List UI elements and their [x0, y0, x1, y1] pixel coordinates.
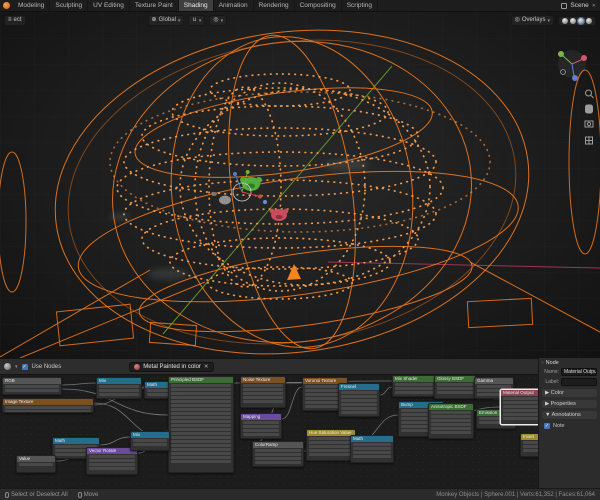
viewport-canvas — [0, 12, 600, 358]
chevron-down-icon: ▾ — [547, 17, 550, 24]
shader-editor: ▾ ✓ Use Nodes Metal Painted in color ✕ R… — [0, 358, 600, 488]
workspace-tab-animation[interactable]: Animation — [214, 0, 254, 11]
scene-stats: Monkey Objects | Sphere.001 | Verts:61,3… — [436, 491, 595, 498]
status-hint: Move — [77, 491, 98, 498]
zoom-icon — [585, 89, 592, 97]
floor-grid — [0, 12, 600, 358]
overlays-icon: ◎ — [514, 16, 520, 23]
blender-window: Modeling Sculpting UV Editing Texture Paint… — [0, 0, 600, 500]
viewport-header-right: ◎ Overlays ▾ — [510, 14, 596, 27]
node-label-field[interactable] — [561, 378, 597, 386]
node-fresnel[interactable]: Fresnel — [338, 383, 380, 417]
node-mix[interactable]: Mix — [96, 377, 142, 399]
material-name: Metal Painted in color — [143, 363, 201, 370]
blender-logo-icon[interactable] — [3, 2, 10, 9]
workspace-tab-scripting[interactable]: Scripting — [342, 0, 378, 11]
shading-wireframe-icon[interactable] — [562, 17, 568, 24]
annotation-checkbox[interactable]: ✓ — [544, 423, 550, 429]
node-colorramp[interactable]: ColorRamp — [252, 441, 304, 467]
workspace-tab-compositing[interactable]: Compositing — [295, 0, 342, 11]
chevron-down-icon: ▾ — [177, 17, 181, 24]
chevron-down-icon: ▾ — [198, 17, 202, 24]
scene-name: Scene — [570, 2, 589, 9]
viewport-side-tools[interactable] — [583, 88, 595, 152]
viewport-menu-label: ect — [13, 16, 22, 23]
mouse-icon — [77, 491, 82, 498]
sidebar-sections: ▶ Color ▶ Properties ▼ Annotations — [542, 389, 597, 419]
collapse-panel-icon[interactable]: ‹ — [542, 360, 544, 366]
node-vector-rotate[interactable]: Vector Rotate — [86, 447, 138, 475]
workspace-tab-sculpting[interactable]: Sculpting — [50, 0, 89, 11]
orientation-dropdown[interactable]: ⊕ Global ▾ — [147, 14, 185, 27]
annotation-layer-name: Note — [553, 423, 565, 429]
node-value[interactable]: Value — [16, 455, 56, 473]
chevron-down-icon: ▾ — [15, 363, 18, 370]
workspace-tab-texture-paint[interactable]: Texture Paint — [130, 0, 179, 11]
pan-hand-icon — [585, 104, 593, 114]
statusbar: Select or Deselect All Move Monkey Object… — [0, 488, 600, 500]
node-principled-bsdf[interactable]: Principled BSDF — [168, 376, 234, 473]
overlays-dropdown[interactable]: ◎ Overlays ▾ — [510, 14, 554, 27]
workspace-tab-uv-editing[interactable]: UV Editing — [88, 0, 130, 11]
node-math[interactable]: Math — [350, 435, 394, 463]
magnet-icon: ∪ — [192, 16, 197, 23]
snap-toggle[interactable]: ∪ ▾ — [188, 14, 206, 27]
panel-section-properties[interactable]: ▶ Properties — [542, 400, 597, 408]
node-canvas[interactable]: RGB Image Texture Mix Math Principled BSDF No… — [0, 375, 600, 488]
chevron-down-icon: ▾ — [220, 17, 224, 24]
workspace-tab-rendering[interactable]: Rendering — [254, 0, 295, 11]
orientation-label: Global — [158, 16, 176, 23]
mouse-icon — [5, 491, 9, 498]
panel-title: Node — [545, 360, 559, 366]
overlays-label: Overlays — [521, 16, 546, 23]
shading-rendered-icon[interactable] — [586, 17, 592, 24]
node-rgb[interactable]: RGB — [2, 377, 62, 395]
proportional-icon: ◎ — [213, 16, 219, 23]
node-mix[interactable]: Mix — [130, 431, 170, 451]
menu-icon: ≡ — [8, 16, 12, 23]
scene-icon — [561, 2, 568, 9]
scene-selector[interactable]: Scene ✕ — [561, 2, 600, 9]
name-label: Name: — [544, 369, 559, 375]
viewport-menu[interactable]: ≡ ect — [4, 14, 26, 27]
use-nodes-checkbox[interactable]: ✓ — [21, 363, 28, 370]
topbar: Modeling Sculpting UV Editing Texture Paint… — [0, 0, 600, 12]
scene-close-icon[interactable]: ✕ — [592, 3, 596, 9]
node-hue-saturation-value[interactable]: Hue Saturation Value — [306, 429, 356, 461]
node-noise-texture[interactable]: Noise Texture — [240, 376, 286, 408]
viewport-3d[interactable]: ≡ ect ⊕ Global ▾ ∪ ▾ ◎ ▾ ◎ Overlays ▾ — [0, 12, 600, 358]
node-name-field[interactable]: Material Output — [561, 368, 597, 376]
node-mix-shader[interactable]: Mix Shader — [392, 375, 436, 397]
node-glossy-bsdf[interactable]: Glossy BSDF — [434, 375, 476, 399]
workspace-tab-modeling[interactable]: Modeling — [13, 0, 51, 11]
status-hints: Select or Deselect All Move — [5, 491, 98, 498]
workspace-tabs: Modeling Sculpting UV Editing Texture Paint… — [13, 0, 378, 11]
workspace-tab-shading[interactable]: Shading — [178, 0, 214, 11]
annotation-layer-row[interactable]: ✓ Note — [542, 422, 597, 430]
unlink-material-icon[interactable]: ✕ — [204, 364, 209, 370]
viewport-header: ≡ ect ⊕ Global ▾ ∪ ▾ ◎ ▾ ◎ Overlays ▾ — [0, 14, 600, 27]
shader-editor-header: ▾ ✓ Use Nodes Metal Painted in color ✕ — [0, 358, 600, 375]
label-label: Label: — [545, 379, 559, 385]
panel-section-color[interactable]: ▶ Color — [542, 389, 597, 397]
material-selector[interactable]: Metal Painted in color ✕ — [129, 361, 214, 372]
editor-type-icon[interactable] — [4, 363, 11, 370]
panel-section-annotations[interactable]: ▼ Annotations — [542, 411, 597, 419]
shading-material-icon[interactable] — [577, 16, 585, 25]
shading-mode-switcher — [558, 15, 596, 26]
globe-icon: ⊕ — [151, 16, 157, 23]
node-anisotropic-bsdf[interactable]: Anisotropic BSDF — [428, 403, 474, 439]
material-icon — [134, 363, 141, 370]
use-nodes-label: Use Nodes — [31, 363, 62, 370]
node-sidebar: ‹ Node Name: Material Output Label: ▶ Co… — [538, 358, 600, 488]
node-image-texture[interactable]: Image Texture — [2, 398, 94, 413]
status-hint: Select or Deselect All — [5, 491, 68, 498]
proportional-editing-toggle[interactable]: ◎ ▾ — [209, 14, 228, 27]
node-mapping[interactable]: Mapping — [240, 413, 282, 439]
shading-solid-icon[interactable] — [570, 17, 576, 24]
